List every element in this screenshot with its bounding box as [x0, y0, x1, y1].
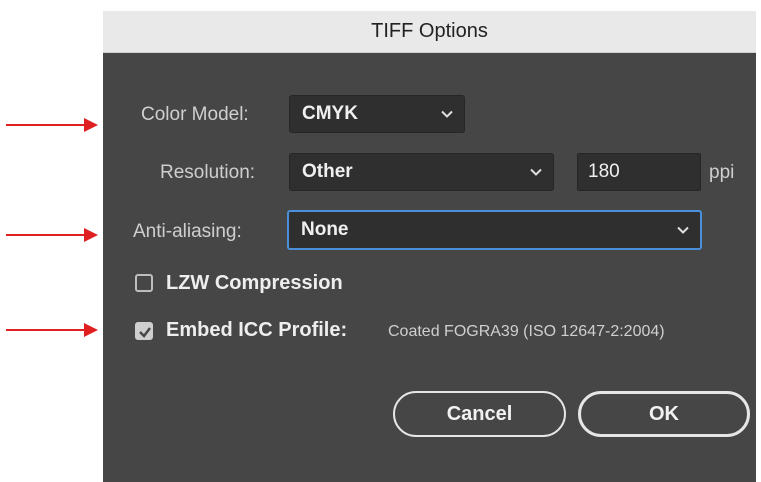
anti-aliasing-select[interactable]: None: [287, 210, 702, 250]
resolution-select[interactable]: Other: [289, 153, 554, 191]
chevron-down-icon: [441, 110, 453, 118]
icc-profile-name: Coated FOGRA39 (ISO 12647-2:2004): [388, 323, 665, 340]
resolution-value: Other: [302, 161, 353, 182]
embed-icc-label: Embed ICC Profile:: [166, 319, 348, 341]
resolution-unit: ppi: [709, 162, 735, 183]
resolution-number-value: 180: [588, 161, 620, 182]
tiff-options-dialog: TIFF Options Color Model: CMYK Resolutio…: [103, 11, 756, 482]
resolution-number-field[interactable]: 180: [577, 153, 701, 191]
resolution-label: Resolution:: [160, 162, 256, 183]
color-model-value: CMYK: [302, 103, 358, 124]
color-model-select[interactable]: CMYK: [289, 95, 465, 133]
ok-button[interactable]: OK: [578, 391, 750, 437]
anti-aliasing-label: Anti-aliasing:: [133, 221, 242, 242]
color-model-label: Color Model:: [141, 104, 249, 125]
annotation-arrow-icc-profile: [6, 323, 98, 337]
anti-aliasing-value: None: [301, 219, 349, 240]
chevron-down-icon: [530, 168, 542, 176]
dialog-title: TIFF Options: [103, 11, 756, 53]
cancel-button[interactable]: Cancel: [393, 391, 566, 437]
embed-icc-checkbox[interactable]: [135, 322, 153, 340]
annotation-arrow-color-model: [6, 118, 98, 132]
annotation-arrow-anti-aliasing: [6, 228, 98, 242]
checkmark-icon: [139, 327, 151, 338]
lzw-compression-label: LZW Compression: [166, 272, 343, 294]
lzw-compression-checkbox[interactable]: [135, 274, 153, 292]
chevron-down-icon: [677, 226, 689, 234]
